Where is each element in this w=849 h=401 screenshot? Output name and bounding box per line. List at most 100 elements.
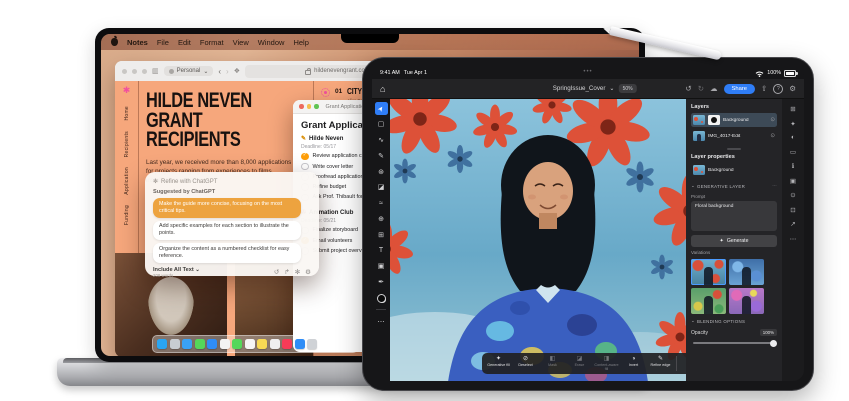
close-button[interactable] — [299, 104, 304, 109]
variation-thumbnail-1[interactable] — [691, 259, 726, 285]
profile-button[interactable]: Personal ⌄ — [164, 66, 214, 76]
checkbox-checked[interactable] — [301, 153, 309, 161]
undo-icon[interactable]: ↺ — [685, 84, 691, 93]
refine-edge-button[interactable]: ✎Refine edge — [648, 356, 673, 367]
opacity-slider[interactable] — [693, 342, 775, 344]
layer-row-background[interactable]: Background ⊙ — [691, 113, 777, 127]
overflow-icon[interactable]: ⋯ — [790, 235, 797, 243]
panel-resize-handle[interactable] — [727, 148, 741, 150]
variation-thumbnail-3[interactable] — [691, 288, 726, 314]
opacity-value[interactable]: 100% — [760, 329, 777, 336]
close-button[interactable] — [122, 69, 127, 74]
more-button[interactable]: ⋯More — [680, 356, 686, 367]
menu-format[interactable]: Format — [200, 38, 224, 47]
transform-tool-icon[interactable]: ▢ — [375, 118, 388, 131]
nav-home[interactable]: Home — [124, 106, 130, 121]
preview-icon[interactable]: ⊙ — [790, 191, 795, 199]
cloud-sync-icon[interactable]: ☁ — [710, 84, 718, 93]
dock-photos[interactable] — [220, 339, 230, 349]
dock-mail[interactable] — [207, 339, 217, 349]
menu-edit[interactable]: Edit — [178, 38, 191, 47]
duplicate-icon[interactable]: ⊡ — [790, 206, 795, 214]
suggestion-pill[interactable]: Add specific examples for each section t… — [153, 221, 301, 241]
undo-icon[interactable]: ↺ — [274, 268, 279, 276]
content-aware-fill-button[interactable]: ◨Content-aware fill — [594, 356, 619, 372]
generative-fill-button[interactable]: ✦Generative fill — [486, 356, 511, 367]
minimize-button[interactable] — [307, 104, 312, 109]
dock-reminders[interactable] — [270, 339, 280, 349]
effects-icon[interactable]: ✦ — [790, 120, 795, 128]
document-title[interactable]: SpringIssue_Cover — [553, 85, 606, 92]
layer-row-photo[interactable]: IMG_4017-Edit ⊙ — [691, 129, 777, 143]
panels-icon[interactable]: ⊞ — [790, 105, 795, 113]
back-button[interactable]: ‹ — [218, 67, 221, 76]
crop-tool-icon[interactable]: ⊞ — [375, 228, 388, 241]
suggestion-pill-selected[interactable]: Make the guide more concise, focusing on… — [153, 198, 301, 218]
deselect-button[interactable]: ⊘Deselect — [513, 356, 538, 367]
suggestion-pill[interactable]: Organize the content as a numbered check… — [153, 243, 301, 263]
comments-icon[interactable]: ▭ — [790, 148, 796, 156]
privacy-shield-icon[interactable]: ❖ — [234, 68, 240, 75]
menu-notes[interactable]: Notes — [127, 38, 148, 47]
redo-icon[interactable]: ↻ — [698, 84, 704, 93]
invert-button[interactable]: ◑Invert — [621, 356, 646, 367]
multitasking-indicator[interactable]: ••• — [583, 69, 592, 75]
color-swatch[interactable] — [377, 294, 386, 303]
brush-tool-icon[interactable]: ✎ — [375, 149, 388, 162]
dock-launchpad[interactable] — [170, 339, 180, 349]
settings-icon[interactable]: ⚙ — [305, 268, 311, 276]
mask-button[interactable]: ◧Mask — [540, 356, 565, 367]
generative-layer-section[interactable]: ⌄ GENERATIVE LAYER ⋯ — [691, 183, 777, 189]
generate-button[interactable]: ✦ Generate — [691, 235, 777, 247]
section-more-icon[interactable]: ⋯ — [772, 183, 777, 189]
nav-recipients[interactable]: Recipients — [124, 131, 130, 157]
site-logo-icon[interactable]: ✱ — [123, 86, 131, 95]
export-icon[interactable]: ⇧ — [761, 84, 767, 93]
include-text-dropdown[interactable]: Include All Text ⌄ — [153, 267, 200, 273]
visibility-eye-icon[interactable]: ⊙ — [770, 117, 775, 123]
dock-messages[interactable] — [195, 339, 205, 349]
visibility-eye-icon[interactable]: ⊙ — [770, 133, 775, 139]
sparkle-icon[interactable]: ✻ — [295, 268, 300, 276]
export-icon[interactable]: ↗ — [790, 220, 795, 228]
place-icon[interactable]: ▣ — [790, 177, 796, 185]
dock-facetime[interactable] — [232, 339, 242, 349]
clone-stamp-tool-icon[interactable]: ⊛ — [375, 165, 388, 178]
smudge-tool-icon[interactable]: ≈ — [375, 197, 388, 210]
canvas[interactable]: ✦Generative fill ⊘Deselect ◧Mask ◪Erase … — [390, 99, 686, 381]
share-icon[interactable]: ↱ — [284, 268, 289, 276]
help-icon[interactable]: ? — [773, 84, 783, 94]
dock-calendar[interactable] — [245, 339, 255, 349]
blending-options-section[interactable]: ⌄ BLENDING OPTIONS — [691, 318, 777, 324]
menu-help[interactable]: Help — [293, 38, 308, 47]
dock-music[interactable] — [282, 339, 292, 349]
type-tool-icon[interactable]: T — [375, 244, 388, 257]
zoom-button[interactable] — [314, 104, 319, 109]
healing-tool-icon[interactable]: ⊕ — [375, 213, 388, 226]
menu-view[interactable]: View — [233, 38, 249, 47]
forward-button[interactable]: › — [226, 67, 229, 76]
variation-thumbnail-4[interactable] — [729, 288, 764, 314]
eraser-tool-icon[interactable]: ◪ — [375, 181, 388, 194]
move-tool-icon[interactable]: ➤ — [375, 102, 388, 115]
minimize-button[interactable] — [132, 69, 137, 74]
dock-safari[interactable] — [182, 339, 192, 349]
lasso-tool-icon[interactable]: ∿ — [375, 134, 388, 147]
dock-trash[interactable] — [307, 339, 317, 349]
menu-file[interactable]: File — [157, 38, 169, 47]
variation-thumbnail-2[interactable] — [729, 259, 764, 285]
home-icon[interactable]: ⌂ — [380, 84, 385, 94]
dock-finder[interactable] — [157, 339, 167, 349]
menu-window[interactable]: Window — [258, 38, 285, 47]
info-icon[interactable]: ℹ — [792, 162, 794, 170]
erase-button[interactable]: ◪Erase — [567, 356, 592, 367]
adjustments-icon[interactable]: ◐ — [791, 134, 795, 141]
apple-logo-icon[interactable] — [111, 38, 118, 46]
eyedropper-tool-icon[interactable]: ✒ — [375, 276, 388, 289]
zoom-button[interactable] — [142, 69, 147, 74]
place-photo-tool-icon[interactable]: ▣ — [375, 260, 388, 273]
share-button[interactable]: Share — [724, 84, 755, 94]
more-tools-icon[interactable]: ⋯ — [375, 315, 388, 328]
dock-app-store[interactable] — [295, 339, 305, 349]
sidebar-icon[interactable]: ▥ — [152, 68, 159, 75]
